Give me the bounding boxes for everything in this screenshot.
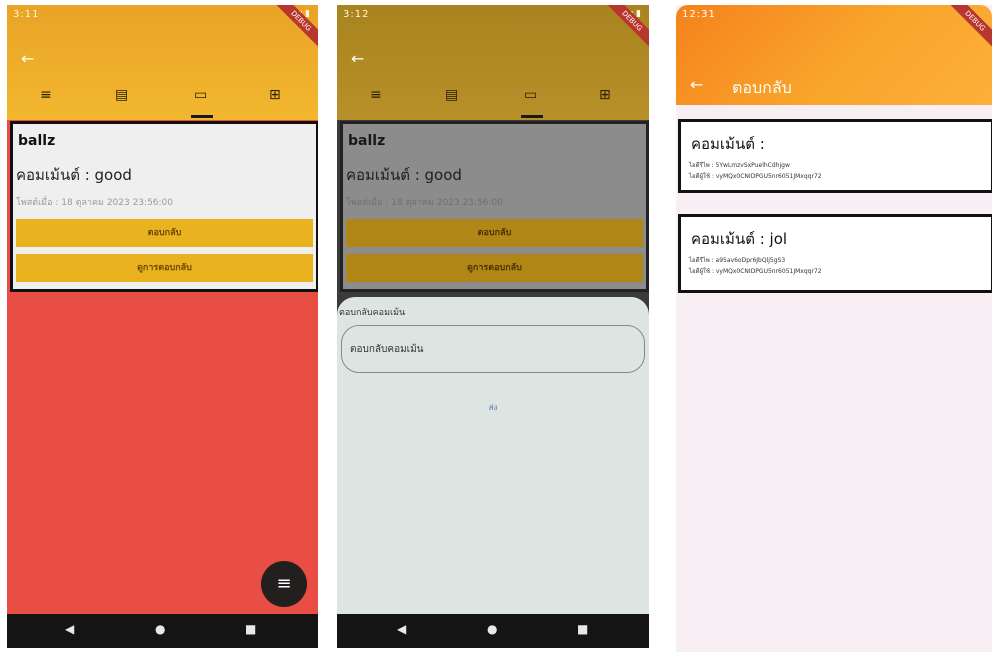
add-comment-icon[interactable]: ⊞ <box>269 87 281 103</box>
reply-bottom-sheet: ตอบกลับคอมเม้น ตอบกลับคอมเม้น ส่ง <box>337 297 649 615</box>
tab-bar: ≡ ▤ ▭ ⊞ <box>337 87 649 118</box>
book-icon[interactable]: ▤ <box>445 87 458 103</box>
phone-screen-reply-sheet: 3:12 ▾ ▮ DEBUG ← ≡ ▤ ▭ ⊞ ballz คอมเม้นต์… <box>337 5 649 648</box>
reply-user-id: ไอดีผู้ใช้ : vyMQx0CNIDPGU5nr6051JMxqqr7… <box>689 268 822 275</box>
phone-screen-comments: 3:11 ▾ ▮ DEBUG ← ≡ ▤ ▭ ⊞ ballz คอมเม้นต์… <box>7 5 318 648</box>
back-arrow-icon[interactable]: ← <box>21 49 34 68</box>
reply-card: คอมเม้นต์ : jol ไอดีรีไพ : a95av6oDpr6Jb… <box>678 214 992 293</box>
menu-fab-button[interactable]: ≡ <box>261 561 307 607</box>
system-nav-bar: ◀ ● ■ <box>7 614 318 648</box>
nav-back-icon[interactable]: ◀ <box>397 622 406 636</box>
reply-id: ไอดีรีไพ : 5YwLmzvSxPuelhCdhjgw <box>689 162 790 169</box>
app-bar: 3:12 ▾ ▮ DEBUG ← ≡ ▤ ▭ ⊞ <box>337 5 649 120</box>
view-replies-button[interactable]: ดูการตอบกลับ <box>346 254 643 282</box>
comment-text: คอมเม้นต์ : good <box>16 166 132 184</box>
reply-card: คอมเม้นต์ : ไอดีรีไพ : 5YwLmzvSxPuelhCdh… <box>678 119 992 193</box>
active-tab-indicator <box>521 115 543 118</box>
app-bar: 3:11 ▾ ▮ DEBUG ← ≡ ▤ ▭ ⊞ <box>7 5 318 120</box>
reply-button[interactable]: ตอบกลับ <box>346 219 643 247</box>
system-nav-bar: ◀ ● ■ <box>337 614 649 648</box>
page-title: ตอบกลับ <box>732 78 792 97</box>
app-bar: 12:31 DEBUG ← ตอบกลับ <box>676 5 992 105</box>
comment-icon[interactable]: ▭ <box>524 87 537 103</box>
reply-input-placeholder: ตอบกลับคอมเม้น <box>350 344 424 355</box>
book-icon[interactable]: ▤ <box>115 87 128 103</box>
reply-comment: คอมเม้นต์ : <box>691 135 765 153</box>
phone-screen-replies: 12:31 DEBUG ← ตอบกลับ คอมเม้นต์ : ไอดีรี… <box>676 5 992 652</box>
list-icon[interactable]: ≡ <box>40 87 52 103</box>
tab-bar: ≡ ▤ ▭ ⊞ <box>7 87 318 118</box>
comment-card: ballz คอมเม้นต์ : good โพสต์เมื่อ : 18 ต… <box>10 121 318 292</box>
reply-comment: คอมเม้นต์ : jol <box>691 230 788 248</box>
nav-recents-icon[interactable]: ■ <box>245 622 256 636</box>
send-button[interactable]: ส่ง <box>337 401 649 414</box>
reply-button[interactable]: ตอบกลับ <box>16 219 313 247</box>
status-time: 3:12 <box>343 9 370 20</box>
add-comment-icon[interactable]: ⊞ <box>599 87 611 103</box>
debug-banner: DEBUG <box>272 5 318 50</box>
back-arrow-icon[interactable]: ← <box>690 75 703 94</box>
comment-card: ballz คอมเม้นต์ : good โพสต์เมื่อ : 18 ต… <box>340 121 649 292</box>
comment-icon[interactable]: ▭ <box>194 87 207 103</box>
reply-id: ไอดีรีไพ : a95av6oDpr6JbQlj5gS3 <box>689 257 786 264</box>
debug-banner: DEBUG <box>603 5 649 50</box>
comment-author: ballz <box>18 133 56 149</box>
nav-recents-icon[interactable]: ■ <box>577 622 588 636</box>
back-arrow-icon[interactable]: ← <box>351 49 364 68</box>
nav-home-icon[interactable]: ● <box>155 622 165 636</box>
debug-banner: DEBUG <box>946 5 992 50</box>
comment-time: โพสต์เมื่อ : 18 ตุลาคม 2023 23:56:00 <box>16 198 173 208</box>
comment-text: คอมเม้นต์ : good <box>346 166 462 184</box>
reply-user-id: ไอดีผู้ใช้ : vyMQx0CNIDPGU5nr6051JMxqqr7… <box>689 173 822 180</box>
nav-back-icon[interactable]: ◀ <box>65 622 74 636</box>
comment-time: โพสต์เมื่อ : 18 ตุลาคม 2023 23:56:00 <box>346 198 503 208</box>
list-icon[interactable]: ≡ <box>370 87 382 103</box>
nav-home-icon[interactable]: ● <box>487 622 497 636</box>
status-time: 3:11 <box>13 9 40 20</box>
sheet-title: ตอบกลับคอมเม้น <box>339 308 406 318</box>
view-replies-button[interactable]: ดูการตอบกลับ <box>16 254 313 282</box>
active-tab-indicator <box>191 115 213 118</box>
status-time: 12:31 <box>682 9 716 20</box>
reply-input[interactable]: ตอบกลับคอมเม้น <box>341 325 645 373</box>
comment-author: ballz <box>348 133 386 149</box>
